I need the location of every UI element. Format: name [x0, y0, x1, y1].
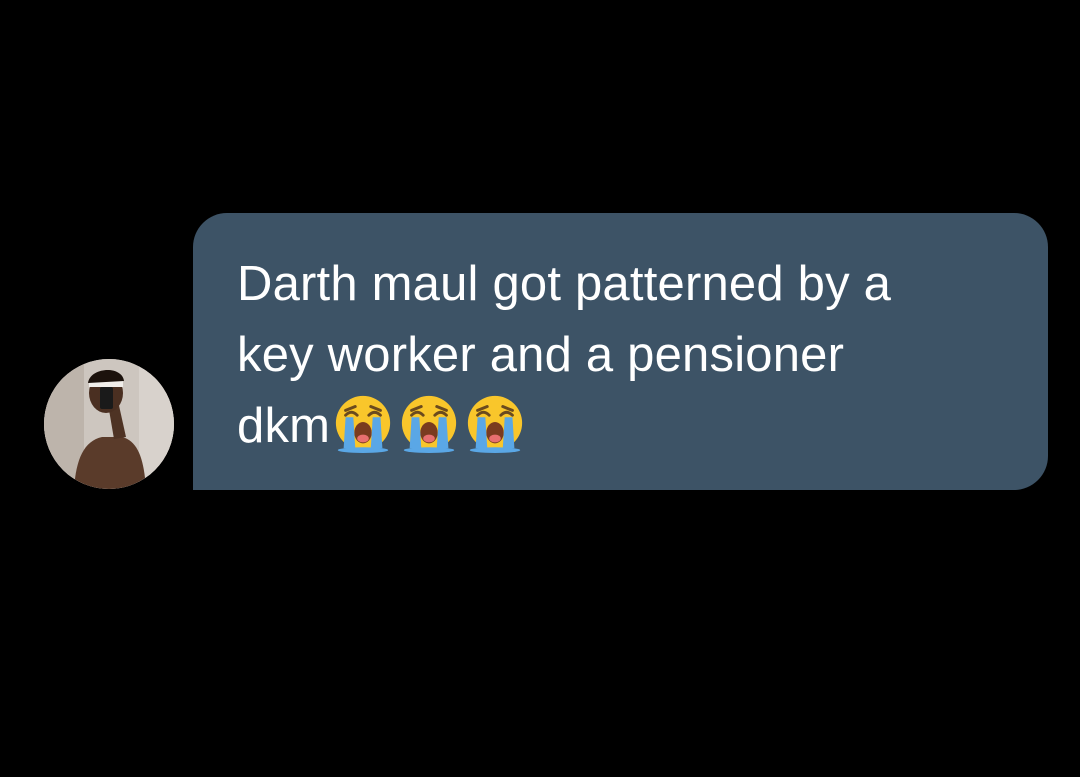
message-text: Darth maul got patterned by a key worker …: [237, 249, 1008, 462]
message-line-3: dkm: [237, 391, 1008, 462]
message-bubble[interactable]: Darth maul got patterned by a key worker …: [193, 213, 1048, 490]
avatar[interactable]: [44, 359, 174, 489]
chat-message-row: Darth maul got patterned by a key worker …: [0, 0, 1080, 777]
message-line-2: key worker and a pensioner: [237, 328, 845, 382]
loudly-crying-face-icon: [332, 392, 394, 454]
message-line-3-text: dkm: [237, 399, 331, 453]
loudly-crying-face-icon: [398, 392, 460, 454]
message-line-1: Darth maul got patterned by a: [237, 257, 892, 311]
avatar-photo: [44, 359, 174, 489]
loudly-crying-face-icon: [464, 392, 526, 454]
emoji-group: [332, 395, 530, 460]
